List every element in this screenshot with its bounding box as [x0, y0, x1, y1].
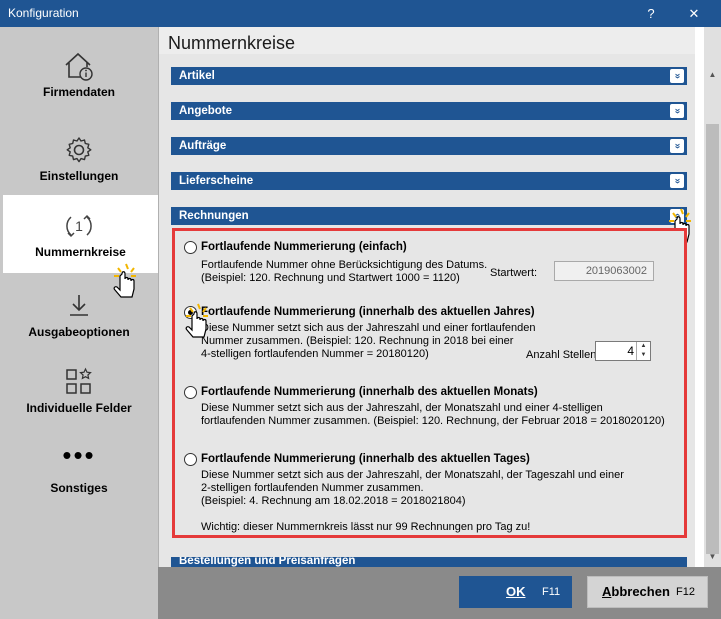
section-label: Artikel — [179, 70, 215, 82]
download-icon — [70, 295, 88, 316]
chevron-down-icon[interactable]: » — [670, 69, 684, 83]
page-title: Nummernkreise — [168, 33, 296, 53]
option-title: Fortlaufende Nummerierung (innerhalb des… — [201, 453, 530, 465]
option-monat[interactable]: Fortlaufende Nummerierung (innerhalb des… — [175, 384, 680, 429]
option-title: Fortlaufende Nummerierung (innerhalb des… — [201, 306, 535, 318]
help-button[interactable]: ? — [636, 0, 666, 27]
cancel-button[interactable]: Abbrechen F12 — [587, 576, 708, 608]
anzahl-stellen-label: Anzahl Stellen: — [526, 349, 600, 361]
scrollbar[interactable]: ▲ ▼ — [704, 27, 721, 567]
startwert-field[interactable]: 2019063002 — [554, 261, 654, 281]
sidebar-item-label: Sonstiges — [50, 481, 108, 495]
section-label: Angebote — [179, 105, 233, 117]
stepper-up-icon[interactable]: ▲ — [637, 342, 650, 351]
grid-star-icon — [66, 367, 92, 394]
chevron-down-icon[interactable]: » — [670, 174, 684, 188]
chevron-down-icon[interactable]: » — [670, 104, 684, 118]
ok-label: OK — [506, 584, 526, 599]
sidebar-item-einstellungen[interactable]: Einstellungen — [0, 119, 158, 197]
section-label: Bestellungen und Preisanfragen — [179, 557, 356, 567]
option-title: Fortlaufende Nummerierung (einfach) — [201, 241, 407, 253]
option-title: Fortlaufende Nummerierung (innerhalb des… — [201, 386, 538, 398]
radio-tag[interactable] — [184, 453, 197, 466]
scroll-up-icon[interactable]: ▲ — [704, 67, 721, 83]
sidebar: Firmendaten Einstellungen 1 Nummernkreis… — [0, 27, 158, 619]
close-button[interactable]: ✕ — [679, 0, 709, 27]
sidebar-item-sonstiges[interactable]: ••• Sonstiges — [0, 433, 158, 511]
option-description: Diese Nummer setzt sich aus der Jahresza… — [201, 469, 624, 507]
section-label: Aufträge — [179, 140, 227, 152]
section-lieferscheine[interactable]: Lieferscheine » — [171, 172, 687, 190]
hand-cursor-icon — [113, 263, 136, 298]
sidebar-item-label: Firmendaten — [42, 85, 115, 99]
cancel-shortcut: F12 — [676, 586, 695, 598]
sidebar-item-label: Individuelle Felder — [26, 401, 132, 415]
hand-cursor-icon — [185, 303, 208, 338]
anzahl-stellen-stepper[interactable]: 4 ▲ ▼ — [595, 341, 651, 361]
sidebar-item-individuelle-felder[interactable]: Individuelle Felder — [0, 351, 158, 429]
option-description: Diese Nummer setzt sich aus der Jahresza… — [201, 402, 665, 427]
ok-button[interactable]: OK F11 — [459, 576, 572, 608]
section-rechnungen[interactable]: Rechnungen « — [171, 207, 687, 225]
house-info-icon — [65, 52, 93, 81]
more-dots-icon: ••• — [62, 440, 96, 470]
scroll-down-icon[interactable]: ▼ — [704, 549, 721, 565]
rechnungen-panel: Fortlaufende Nummerierung (einfach) Fort… — [172, 228, 687, 538]
section-label: Lieferscheine — [179, 175, 254, 187]
anzahl-stellen-value: 4 — [627, 344, 634, 358]
cancel-label: Abbrechen — [602, 577, 670, 607]
ok-shortcut: F11 — [542, 586, 561, 598]
sidebar-item-label: Ausgabeoptionen — [28, 325, 130, 339]
radio-monat[interactable] — [184, 386, 197, 399]
cancel-label-rest: bbrechen — [611, 584, 670, 599]
startwert-label: Startwert: — [490, 267, 538, 279]
sidebar-item-label: Einstellungen — [39, 169, 119, 183]
section-bestellungen[interactable]: Bestellungen und Preisanfragen — [171, 557, 687, 567]
stepper-arrows[interactable]: ▲ ▼ — [636, 342, 650, 360]
chevron-down-icon[interactable]: » — [670, 139, 684, 153]
option-description: Fortlaufende Nummer ohne Berücksichtigun… — [201, 259, 488, 284]
section-label: Rechnungen — [179, 210, 249, 222]
cancel-label-mnemonic: A — [602, 584, 612, 599]
title-bar: Konfiguration ? ✕ — [0, 0, 721, 27]
window-title: Konfiguration — [8, 6, 79, 20]
content-header: Nummernkreise — [159, 27, 695, 54]
option-description: Diese Nummer setzt sich aus der Jahresza… — [201, 322, 536, 360]
stepper-down-icon[interactable]: ▼ — [637, 351, 650, 360]
sidebar-item-label: Nummernkreise — [35, 245, 126, 259]
option-tag[interactable]: Fortlaufende Nummerierung (innerhalb des… — [175, 451, 680, 507]
section-artikel[interactable]: Artikel » — [171, 67, 687, 85]
sidebar-item-firmendaten[interactable]: Firmendaten — [0, 35, 158, 113]
number-cycle-icon: 1 — [66, 214, 92, 238]
svg-text:1: 1 — [75, 218, 83, 234]
radio-einfach[interactable] — [184, 241, 197, 254]
gear-icon — [66, 137, 92, 163]
warning-text: Wichtig: dieser Nummernkreis lässt nur 9… — [201, 521, 531, 533]
scroll-thumb[interactable] — [706, 124, 719, 554]
section-angebote[interactable]: Angebote » — [171, 102, 687, 120]
section-auftraege[interactable]: Aufträge » — [171, 137, 687, 155]
